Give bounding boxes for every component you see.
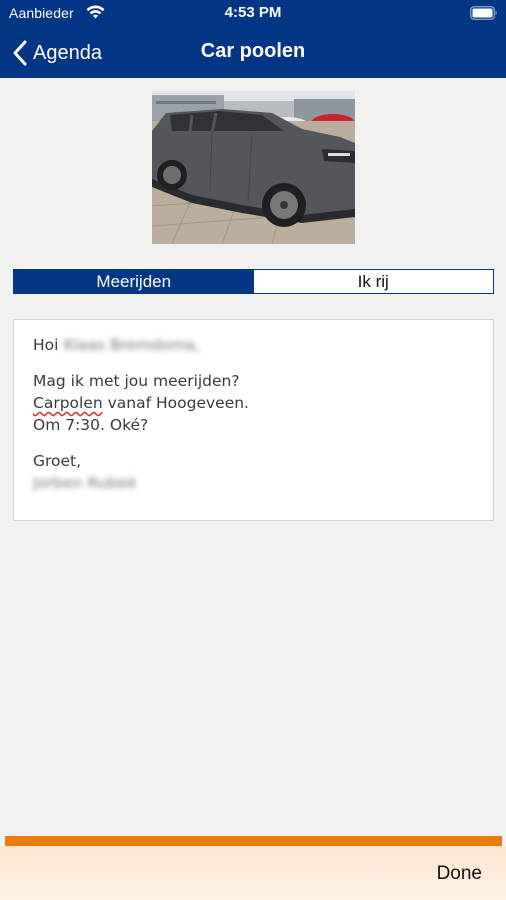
message-line-3: Om 7:30. Oké? (33, 416, 149, 434)
recipient-name: Klaas Bremdoma, (63, 336, 201, 354)
message-spacer (33, 356, 474, 370)
greeting: Hoi (33, 336, 59, 354)
keyboard-accessory-bar: Done (0, 846, 506, 900)
done-button[interactable]: Done (437, 863, 482, 885)
sender-name: Jorben Rubeé (33, 474, 137, 492)
nav-bar: Agenda Car poolen (0, 28, 506, 78)
page-title: Car poolen (200, 40, 306, 62)
message-line-2: Carpolen vanaf Hoogeveen. (33, 392, 474, 414)
message-line-2-rest: vanaf Hoogeveen. (102, 394, 249, 412)
clock: 4:53 PM (224, 4, 282, 21)
segment-ik-rij[interactable]: Ik rij (253, 270, 493, 293)
app-header: Aanbieder 4:53 PM Agenda Car poolen (0, 0, 506, 78)
message-line-1: Mag ik met jou meerijden? (33, 372, 240, 390)
ride-mode-segmented-control: Meerijden Ik rij (13, 269, 494, 294)
segment-meerijden[interactable]: Meerijden (14, 270, 254, 293)
closing-line: Groet, (33, 452, 82, 470)
misspelled-word: Carpolen (33, 394, 103, 412)
status-bar: Aanbieder 4:53 PM (0, 0, 506, 28)
message-text-area[interactable]: Hoi Klaas Bremdoma, Mag ik met jou meeri… (13, 319, 494, 521)
car-photo (152, 91, 355, 244)
greeting-line: Hoi Klaas Bremdoma, (33, 334, 474, 356)
accent-divider (5, 836, 502, 846)
battery-icon (470, 6, 497, 20)
message-spacer (33, 436, 474, 450)
